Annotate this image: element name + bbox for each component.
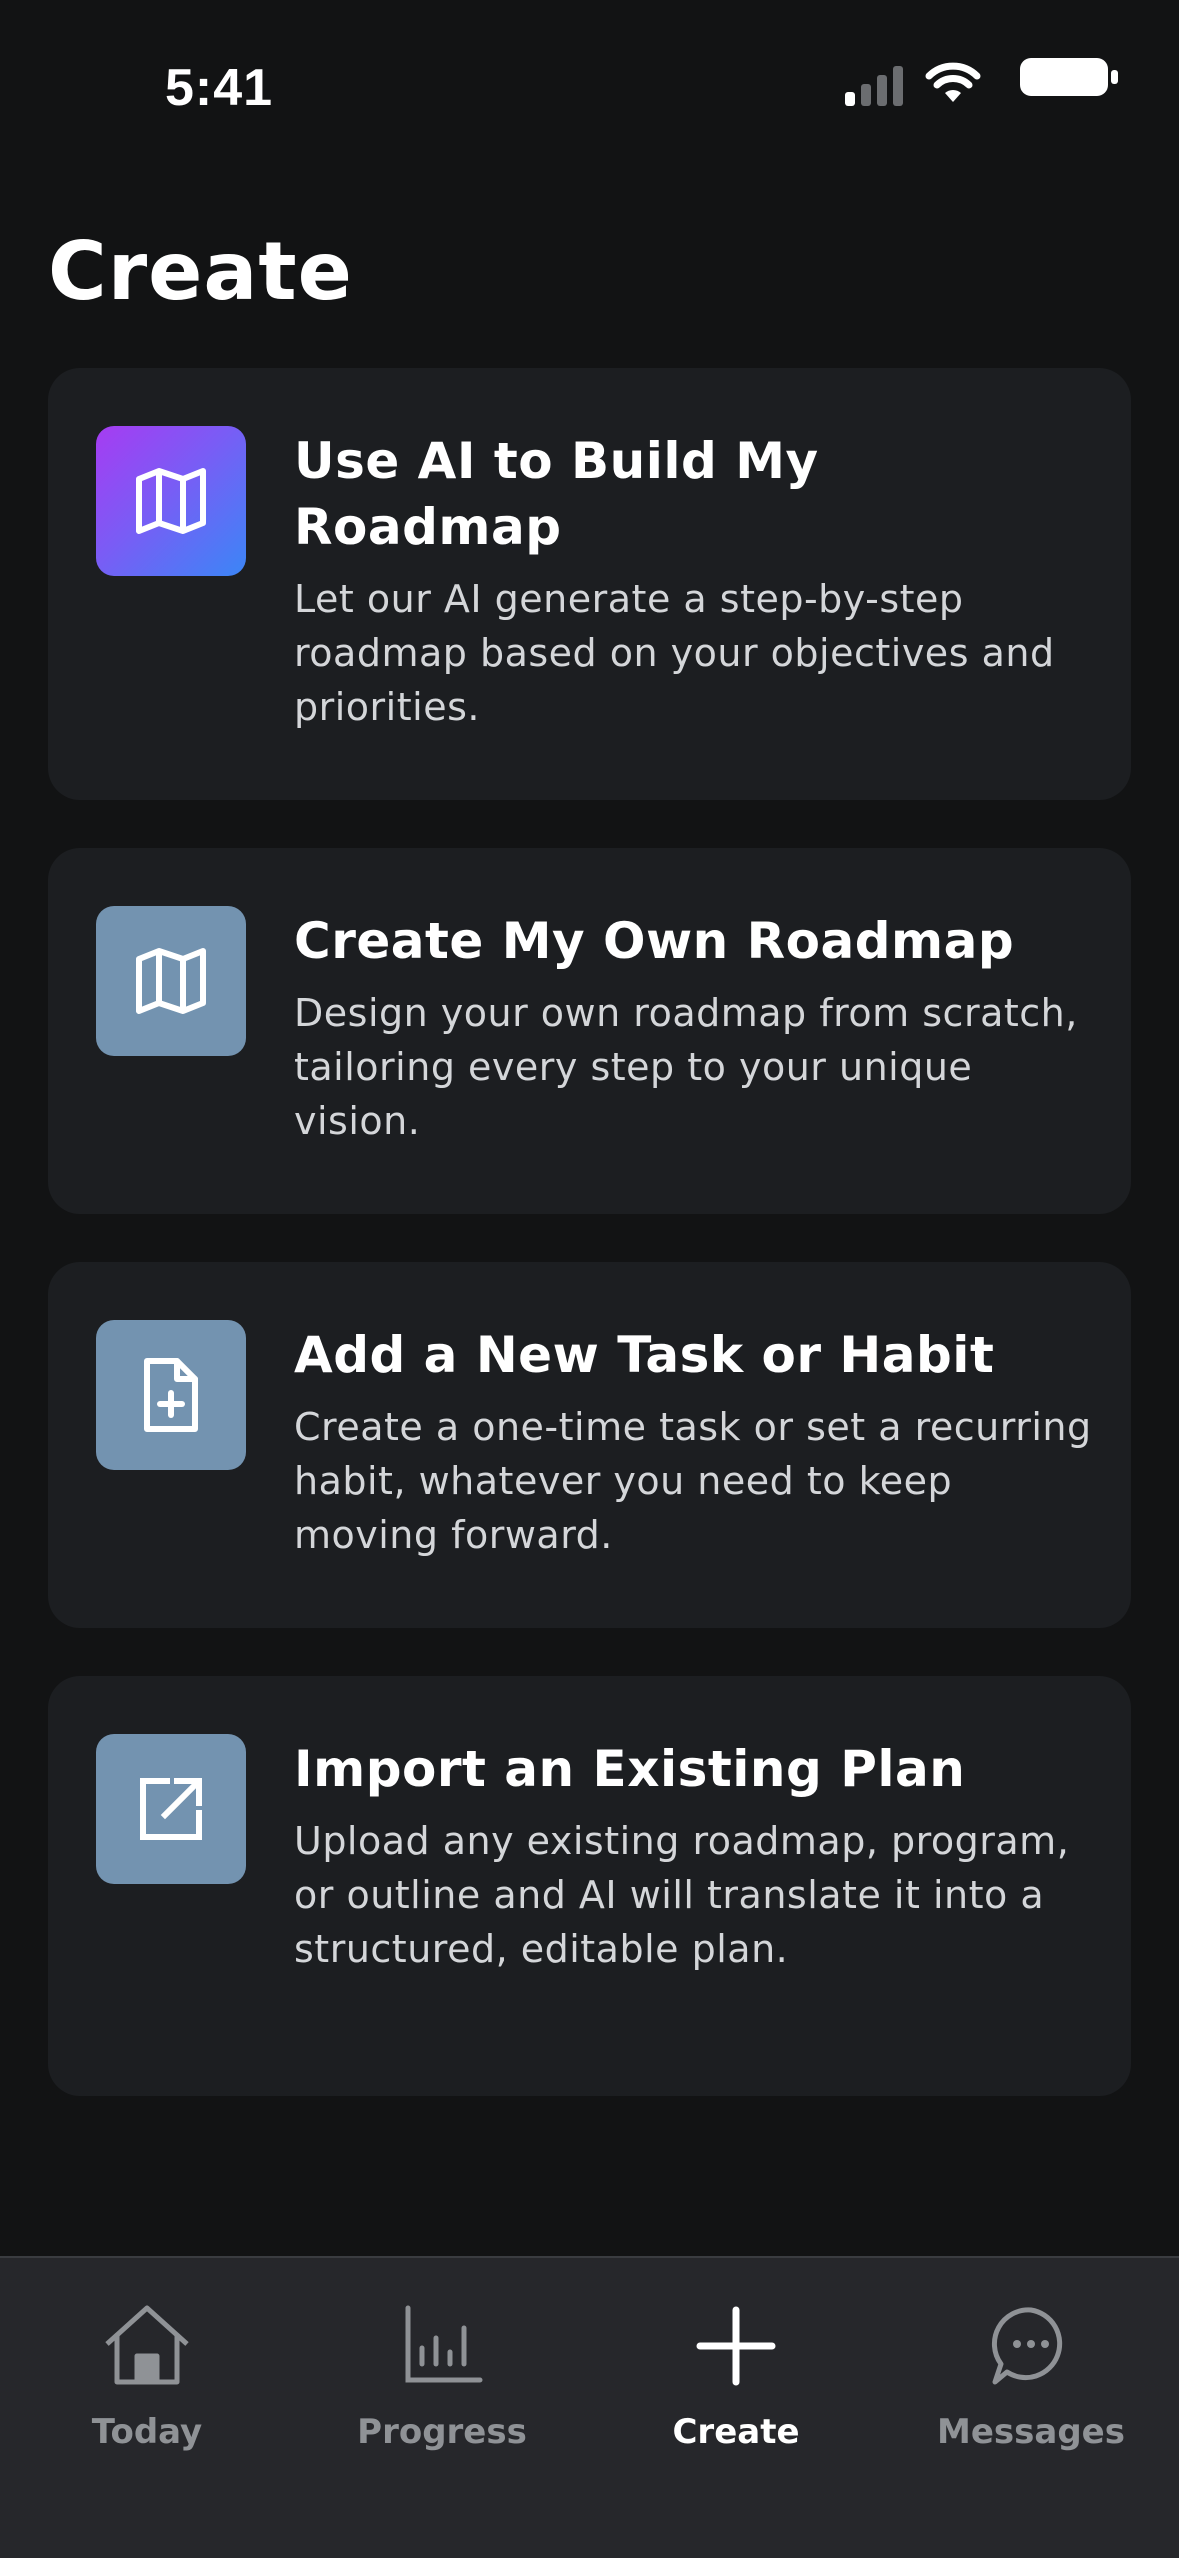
ai-roadmap-card[interactable]: Use AI to Build My Roadmap Let our AI ge… [48, 368, 1131, 800]
new-task-habit-card[interactable]: Add a New Task or Habit Create a one-tim… [48, 1262, 1131, 1628]
cellular-signal-icon [845, 66, 903, 106]
tab-messages[interactable]: Messages [884, 2298, 1178, 2478]
bar-chart-icon [405, 2305, 483, 2383]
tab-progress[interactable]: Progress [295, 2298, 589, 2478]
card-description: Let our AI generate a step-by-step roadm… [294, 577, 1055, 729]
tab-today[interactable]: Today [0, 2298, 294, 2478]
card-title: Import an Existing Plan [294, 1740, 966, 1798]
import-plan-card[interactable]: Import an Existing Plan Upload any exist… [48, 1676, 1131, 2096]
tab-label: Create [672, 2412, 800, 2452]
map-icon [96, 426, 246, 576]
external-link-icon [96, 1734, 246, 1884]
tab-label: Progress [357, 2412, 527, 2452]
wifi-icon [925, 62, 981, 102]
card-title: Add a New Task or Habit [294, 1326, 995, 1384]
document-plus-icon [96, 1320, 246, 1470]
own-roadmap-card[interactable]: Create My Own Roadmap Design your own ro… [48, 848, 1131, 1214]
plus-icon [696, 2306, 776, 2386]
tab-create[interactable]: Create [589, 2298, 883, 2478]
map-icon [96, 906, 246, 1056]
chat-bubble-icon [991, 2307, 1063, 2385]
tab-bar: Today Progress Create Messages [0, 2256, 1179, 2558]
status-bar: 5:41 [0, 0, 1179, 160]
card-description: Upload any existing roadmap, program, or… [294, 1819, 1070, 1971]
tab-label: Messages [937, 2412, 1125, 2452]
page-title: Create [48, 225, 353, 318]
status-time: 5:41 [165, 59, 274, 117]
card-title: Use AI to Build My Roadmap [294, 432, 819, 556]
tab-label: Today [91, 2412, 203, 2452]
home-icon [105, 2305, 189, 2385]
battery-icon [1020, 58, 1118, 96]
card-title: Create My Own Roadmap [294, 912, 1015, 970]
card-description: Design your own roadmap from scratch, ta… [294, 991, 1078, 1143]
card-description: Create a one-time task or set a recurrin… [294, 1405, 1092, 1557]
